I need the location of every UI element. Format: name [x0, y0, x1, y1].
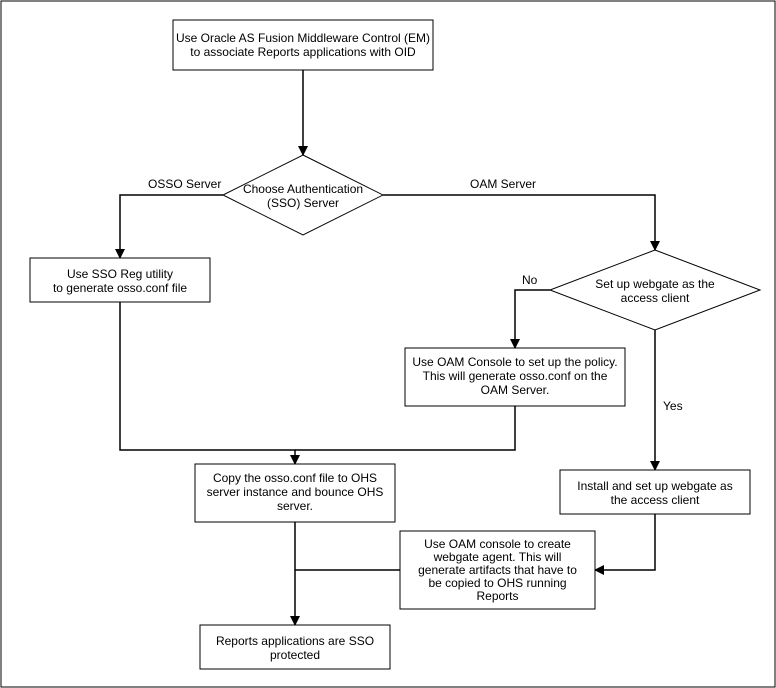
- node-copy-osso-line3: server.: [277, 499, 313, 513]
- node-install-webgate: Install and set up webgate as the access…: [560, 470, 750, 514]
- node-choose-line2: (SSO) Server: [267, 196, 339, 210]
- node-copy-osso: Copy the osso.conf file to OHS server in…: [195, 464, 395, 522]
- label-yes: Yes: [663, 399, 683, 413]
- node-oam-policy-line1: Use OAM Console to set up the policy.: [412, 355, 617, 369]
- node-agent-line4: be copied to OHS running: [428, 576, 566, 590]
- edge-choose-to-webgate: [383, 195, 655, 250]
- edge-choose-to-ssoreg: [120, 195, 223, 258]
- node-sso-reg: Use SSO Reg utility to generate osso.con…: [30, 258, 210, 302]
- node-copy-osso-line1: Copy the osso.conf file to OHS: [213, 471, 377, 485]
- node-oam-policy-line3: OAM Server.: [481, 383, 550, 397]
- node-agent-line2: webgate agent. This will: [433, 550, 562, 564]
- edge-ssoreg-to-copy: [120, 302, 295, 464]
- node-final-line2: protected: [270, 648, 320, 662]
- node-install-webgate-line2: the access client: [611, 493, 700, 507]
- node-start: Use Oracle AS Fusion Middleware Control …: [173, 20, 433, 70]
- node-oam-webgate-agent: Use OAM console to create webgate agent.…: [400, 531, 595, 609]
- diagram-frame: [1, 1, 775, 687]
- node-final: Reports applications are SSO protected: [200, 625, 390, 669]
- flowchart-canvas: Use Oracle AS Fusion Middleware Control …: [0, 0, 776, 688]
- node-webgate-decision: Set up webgate as the access client: [550, 250, 760, 330]
- node-start-line1: Use Oracle AS Fusion Middleware Control …: [176, 31, 430, 45]
- label-oam-server: OAM Server: [470, 177, 536, 191]
- node-sso-reg-line2: to generate osso.conf file: [53, 281, 187, 295]
- edge-install-to-agent: [595, 514, 655, 570]
- node-install-webgate-line1: Install and set up webgate as: [577, 479, 732, 493]
- label-osso-server: OSSO Server: [148, 177, 221, 191]
- node-webgate-dec-line1: Set up webgate as the: [595, 277, 715, 291]
- node-copy-osso-line2: server instance and bounce OHS: [207, 485, 384, 499]
- node-agent-line3: generate artifacts that have to: [418, 563, 577, 577]
- node-webgate-dec-line2: access client: [621, 291, 690, 305]
- node-agent-line1: Use OAM console to create: [424, 537, 571, 551]
- edge-webgate-no: [515, 290, 550, 348]
- node-final-line1: Reports applications are SSO: [216, 634, 374, 648]
- node-choose-line1: Choose Authentication: [243, 182, 363, 196]
- node-oam-policy-line2: This will generate osso.conf on the: [423, 369, 608, 383]
- node-sso-reg-line1: Use SSO Reg utility: [67, 267, 173, 281]
- node-agent-line5: Reports: [476, 589, 518, 603]
- node-start-line2: to associate Reports applications with O…: [190, 45, 416, 59]
- edge-oampolicy-to-copy: [295, 406, 515, 450]
- node-oam-console-policy: Use OAM Console to set up the policy. Th…: [405, 348, 625, 406]
- label-no: No: [522, 273, 538, 287]
- node-choose-auth: Choose Authentication (SSO) Server: [223, 155, 383, 235]
